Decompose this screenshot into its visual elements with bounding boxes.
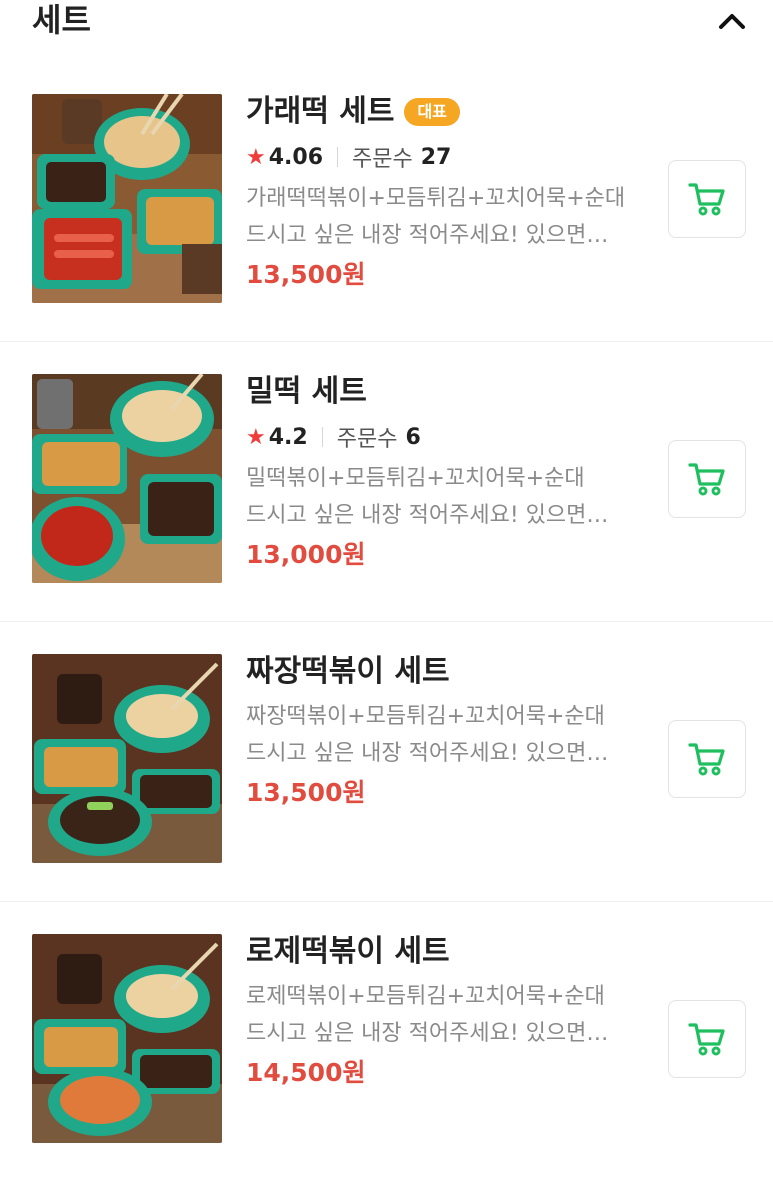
menu-item-info: 가래떡 세트 대표 ★ 4.06 주문수 27 가래떡떡볶이+모듬튀김+꼬치어묵…: [246, 90, 646, 294]
menu-item-description: 짜장떡볶이+모듬튀김+꼬치어묵+순대 드시고 싶은 내장 적어주세요! 있으면 …: [246, 704, 605, 766]
menu-item-price: 14,500원: [246, 1058, 366, 1087]
star-icon: ★: [246, 144, 266, 170]
menu-item-description: 가래떡떡볶이+모듬튀김+꼬치어묵+순대 드시고 싶은 내장 적어주세요! 있으면…: [246, 186, 626, 248]
menu-list: 가래떡 세트 대표 ★ 4.06 주문수 27 가래떡떡볶이+모듬튀김+꼬치어묵…: [0, 62, 773, 1182]
menu-item-name: 로제떡볶이 세트: [246, 934, 450, 969]
menu-item[interactable]: 로제떡볶이 세트 로제떡볶이+모듬튀김+꼬치어묵+순대 드시고 싶은 내장 적어…: [0, 902, 773, 1182]
divider: [337, 147, 339, 167]
section-header: 세트: [0, 0, 773, 44]
orders-label: 주문수: [352, 147, 413, 172]
representative-badge: 대표: [404, 98, 460, 126]
menu-item-photo: [32, 654, 222, 863]
menu-item-name: 짜장떡볶이 세트: [246, 654, 450, 689]
menu-item-description: 밀떡볶이+모듬튀김+꼬치어묵+순대 드시고 싶은 내장 적어주세요! 있으면 넣…: [246, 466, 587, 528]
name-row: 밀떡 세트: [246, 370, 646, 414]
orders-label: 주문수: [336, 427, 398, 452]
chevron-up-icon: [719, 14, 745, 29]
menu-item-info: 로제떡볶이 세트 로제떡볶이+모듬튀김+꼬치어묵+순대 드시고 싶은 내장 적어…: [246, 930, 646, 1092]
add-to-cart-button[interactable]: [668, 720, 746, 798]
stats-row: ★ 4.2 주문수 6: [246, 420, 646, 454]
add-to-cart-button[interactable]: [668, 160, 746, 238]
section-title: 세트: [32, 1, 91, 39]
divider: [321, 427, 323, 447]
menu-item-price: 13,500원: [246, 260, 366, 289]
shopping-cart-icon: [688, 1023, 725, 1056]
menu-item[interactable]: 밀떡 세트 ★ 4.2 주문수 6 밀떡볶이+모듬튀김+꼬치어묵+순대 드시고 …: [0, 342, 773, 622]
menu-item-name: 가래떡 세트: [246, 94, 395, 129]
add-to-cart-button[interactable]: [668, 1000, 746, 1078]
rating-value: 4.2: [268, 424, 308, 450]
name-row: 로제떡볶이 세트: [246, 930, 646, 974]
shopping-cart-icon: [688, 463, 725, 496]
shopping-cart-icon: [688, 183, 725, 216]
menu-item-photo: [32, 94, 222, 303]
menu-item[interactable]: 가래떡 세트 대표 ★ 4.06 주문수 27 가래떡떡볶이+모듬튀김+꼬치어묵…: [0, 62, 773, 342]
menu-item-info: 짜장떡볶이 세트 짜장떡볶이+모듬튀김+꼬치어묵+순대 드시고 싶은 내장 적어…: [246, 650, 646, 812]
menu-item-price: 13,000원: [246, 540, 366, 569]
star-icon: ★: [246, 424, 266, 450]
name-row: 가래떡 세트 대표: [246, 90, 646, 134]
menu-item-photo: [32, 374, 222, 583]
menu-item-price: 13,500원: [246, 778, 366, 807]
add-to-cart-button[interactable]: [668, 440, 746, 518]
orders-count: 6: [405, 424, 421, 450]
stats-row: ★ 4.06 주문수 27: [246, 140, 646, 174]
orders-count: 27: [420, 144, 452, 170]
collapse-toggle-button[interactable]: [710, 4, 754, 38]
menu-item-name: 밀떡 세트: [246, 374, 367, 409]
menu-item-description: 로제떡볶이+모듬튀김+꼬치어묵+순대 드시고 싶은 내장 적어주세요! 있으면 …: [246, 984, 605, 1046]
menu-item[interactable]: 짜장떡볶이 세트 짜장떡볶이+모듬튀김+꼬치어묵+순대 드시고 싶은 내장 적어…: [0, 622, 773, 902]
shopping-cart-icon: [688, 743, 725, 776]
name-row: 짜장떡볶이 세트: [246, 650, 646, 694]
rating-value: 4.06: [268, 144, 324, 170]
menu-item-photo: [32, 934, 222, 1143]
menu-item-info: 밀떡 세트 ★ 4.2 주문수 6 밀떡볶이+모듬튀김+꼬치어묵+순대 드시고 …: [246, 370, 646, 574]
